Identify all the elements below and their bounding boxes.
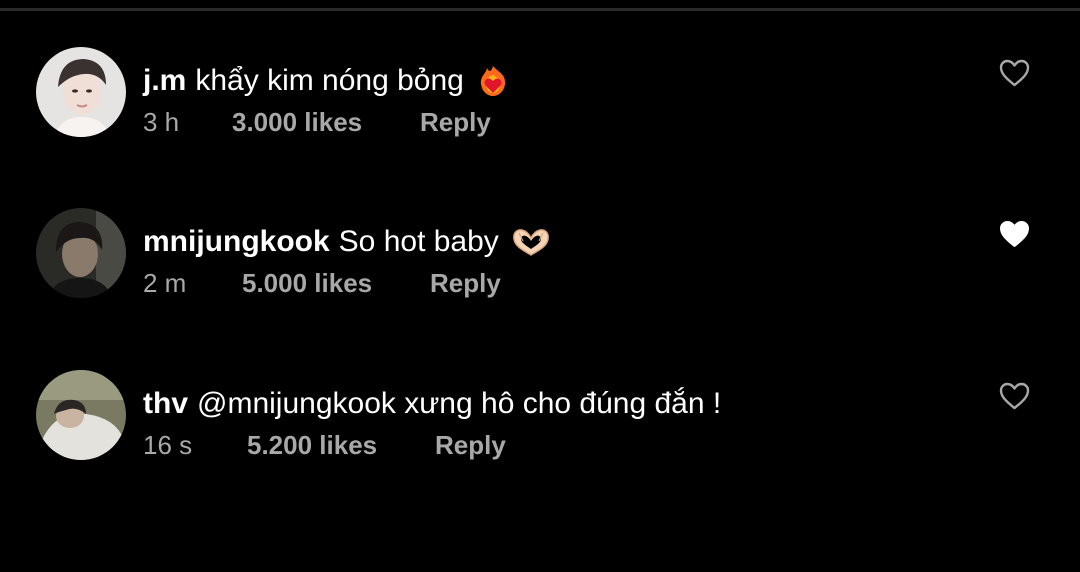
timestamp: 2 m	[143, 268, 187, 298]
username[interactable]: thv	[143, 384, 188, 424]
timestamp: 16 s	[143, 430, 193, 460]
comment-text: khẩy kim nóng bỏng	[195, 64, 464, 97]
likes-count[interactable]: 5.000 likes	[242, 265, 372, 301]
reply-button[interactable]: Reply	[430, 265, 501, 301]
avatar[interactable]	[36, 208, 126, 298]
heart-hands-emoji	[511, 225, 551, 259]
heart-on-fire-emoji	[476, 64, 510, 98]
comment-line: thv @mnijungkook xưng hô cho đúng đắn !	[143, 384, 721, 424]
comment-item: mnijungkook So hot baby 2 m 5.000 likes …	[0, 208, 1080, 308]
top-divider	[0, 8, 1080, 11]
comment-line: j.m khẩy kim nóng bỏng	[143, 61, 510, 101]
likes-count[interactable]: 5.200 likes	[247, 427, 377, 463]
comment-item: thv @mnijungkook xưng hô cho đúng đắn ! …	[0, 370, 1080, 470]
avatar[interactable]	[36, 47, 126, 137]
timestamp: 3 h	[143, 107, 180, 137]
like-heart-icon[interactable]	[999, 59, 1030, 87]
comment-text: So hot baby	[338, 225, 499, 258]
reply-button[interactable]: Reply	[420, 104, 491, 140]
comment-text: @mnijungkook xưng hô cho đúng đắn !	[197, 387, 722, 420]
comment-line: mnijungkook So hot baby	[143, 222, 551, 262]
username[interactable]: mnijungkook	[143, 222, 330, 262]
username[interactable]: j.m	[143, 61, 186, 101]
like-heart-icon[interactable]	[999, 382, 1030, 410]
liked-heart-icon[interactable]	[999, 220, 1030, 248]
comment-item: j.m khẩy kim nóng bỏng 3 h 3.000 likes R…	[0, 47, 1080, 147]
likes-count[interactable]: 3.000 likes	[232, 104, 362, 140]
avatar[interactable]	[36, 370, 126, 460]
reply-button[interactable]: Reply	[435, 427, 506, 463]
